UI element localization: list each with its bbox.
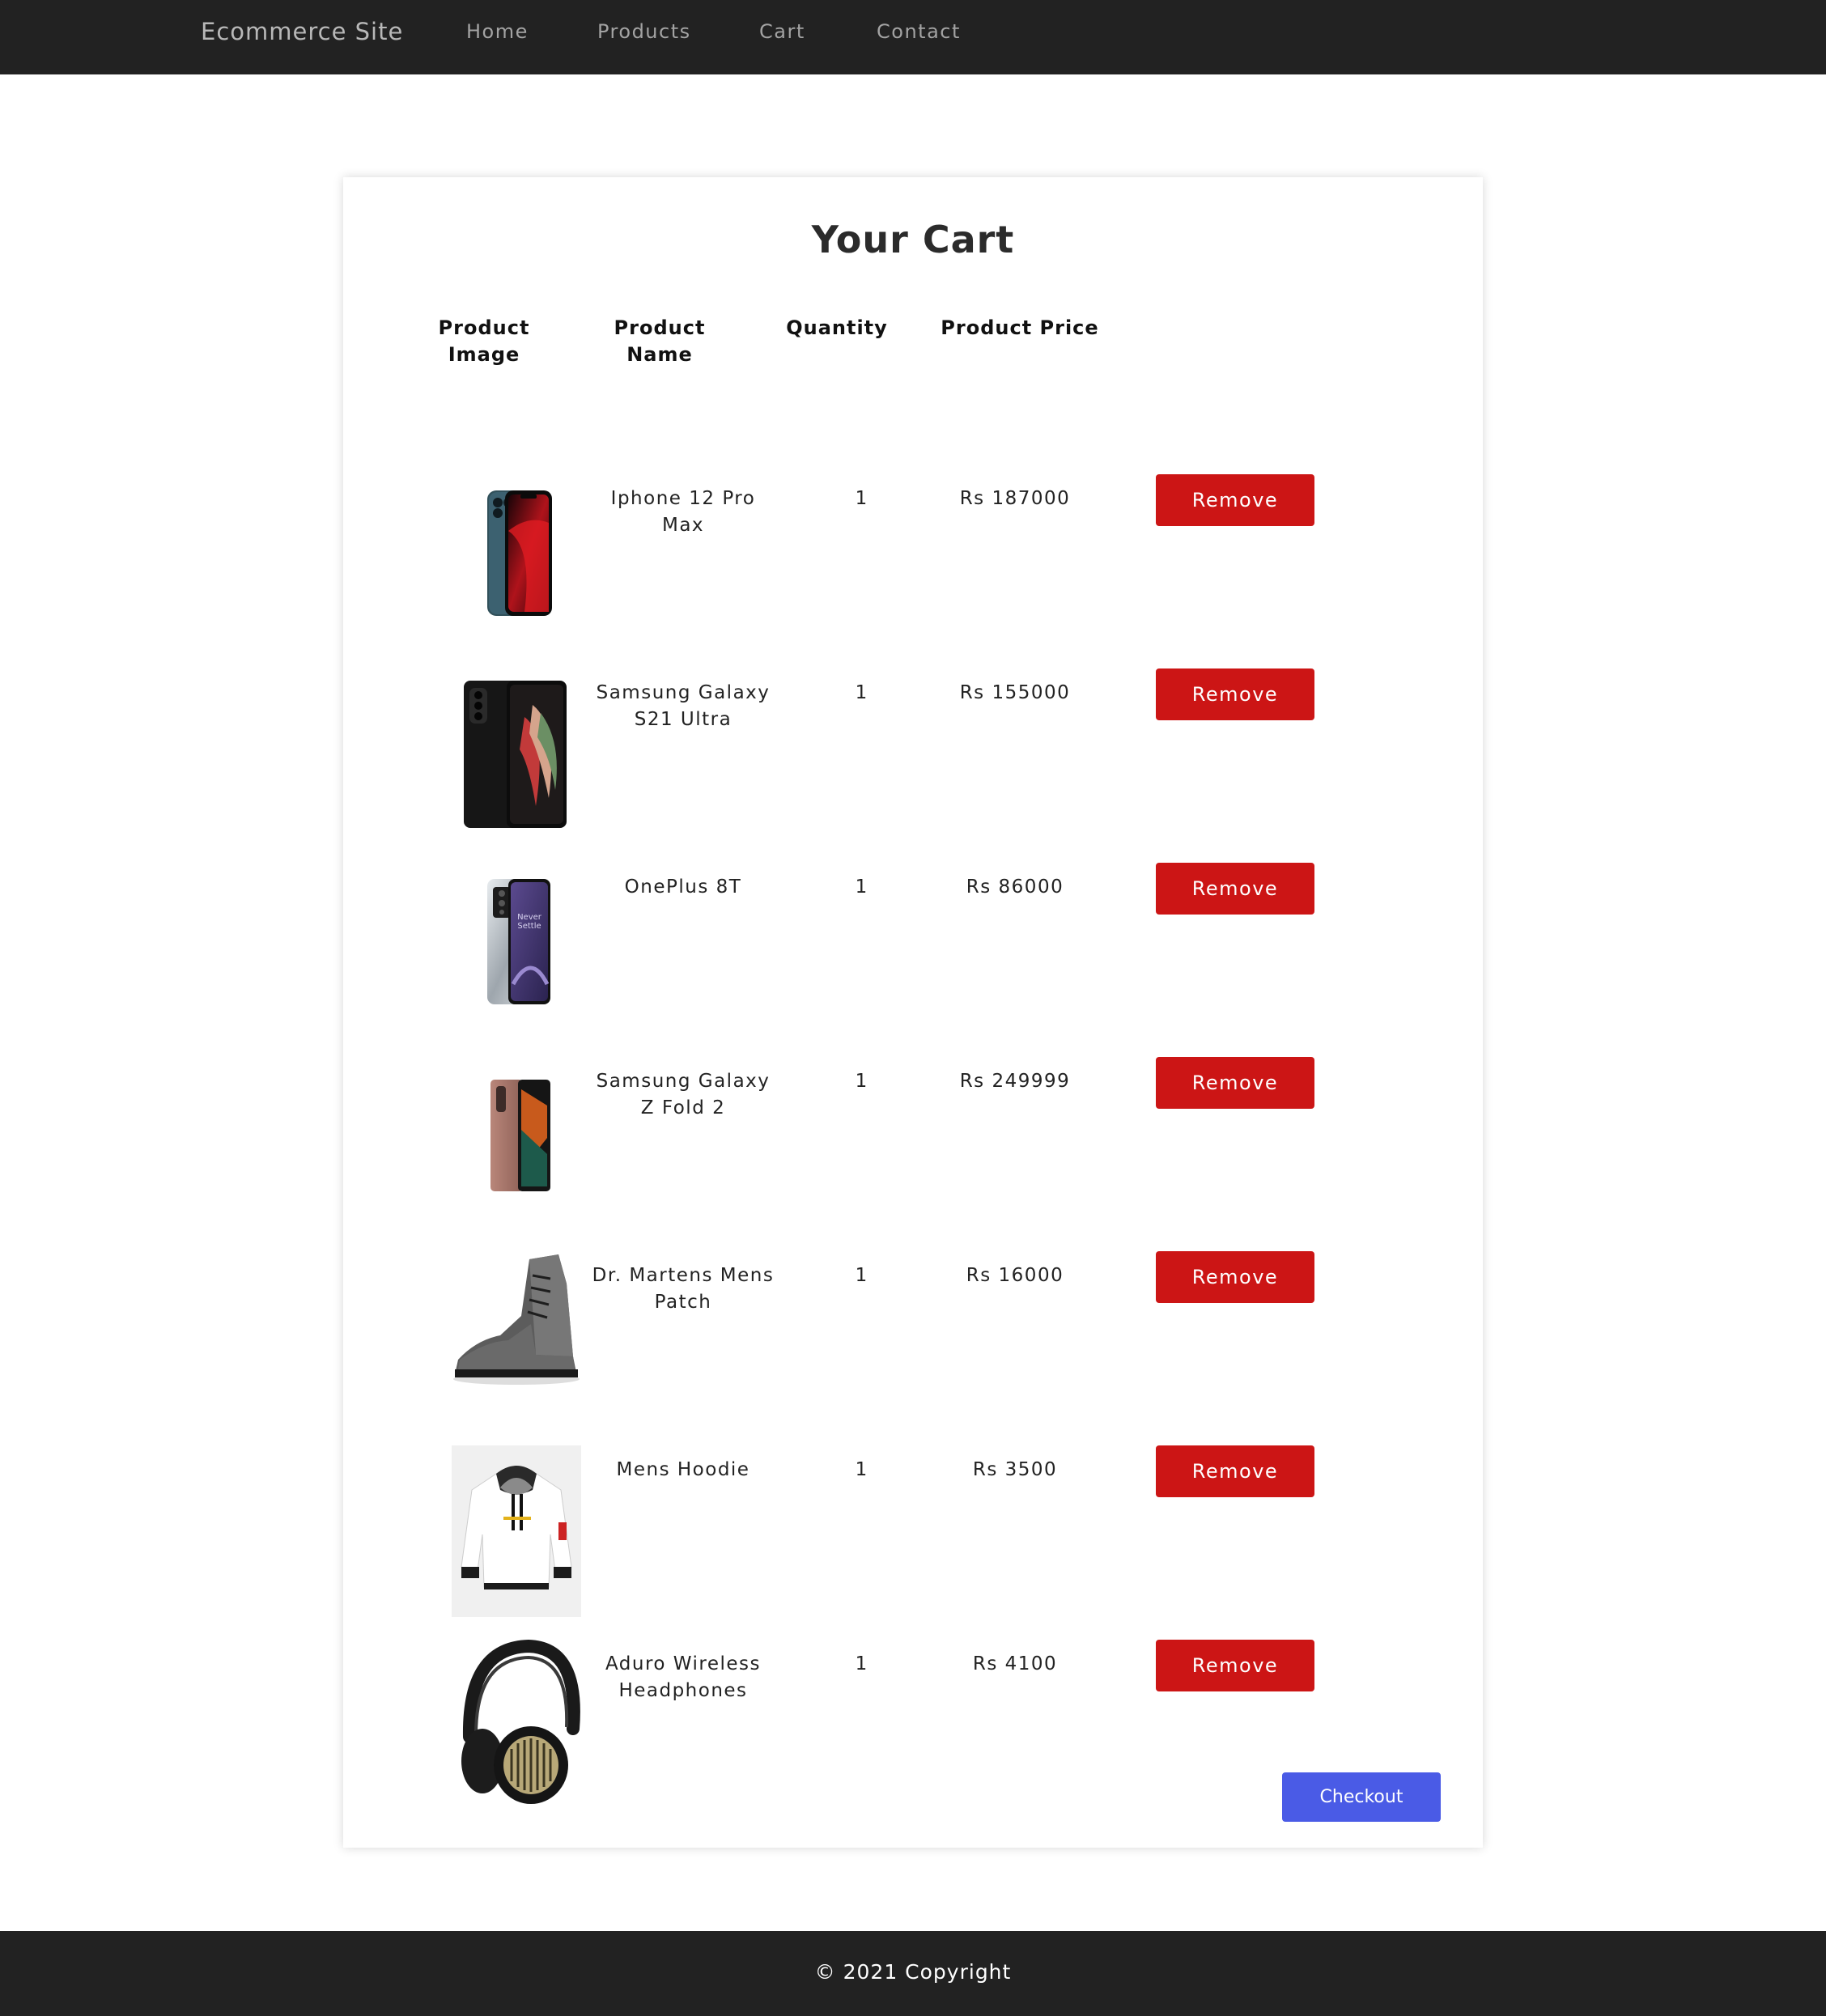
product-price: Rs 16000 <box>966 1265 1064 1286</box>
product-price: Rs 187000 <box>959 488 1071 509</box>
header-product-image: Product Image <box>438 316 530 366</box>
svg-text:Settle: Settle <box>517 922 541 931</box>
cart-row: Dr. Martens Mens Patch 1 Rs 16000 Remove <box>343 1251 1483 1445</box>
product-quantity: 1 <box>855 682 868 703</box>
boot-image <box>452 1251 581 1425</box>
product-quantity: 1 <box>855 1459 868 1480</box>
product-name: Mens Hoodie <box>616 1459 750 1480</box>
product-name: Aduro Wireless Headphones <box>605 1653 762 1701</box>
cart-row: Samsung Galaxy S21 Ultra 1 Rs 155000 Rem… <box>343 668 1483 863</box>
nav-link-contact[interactable]: Contact <box>877 20 961 43</box>
cart-title: Your Cart <box>811 218 1015 261</box>
nav-link-home[interactable]: Home <box>466 20 529 43</box>
product-name: Iphone 12 Pro Max <box>610 488 756 536</box>
galaxy-z-fold-2-image <box>452 1057 581 1231</box>
cart-row: Never Settle OnePlus 8T 1 Rs 86000 Remov… <box>343 863 1483 1057</box>
iphone-12-pro-max-image <box>452 474 581 648</box>
footer: © 2021 Copyright <box>0 1931 1826 2016</box>
brand-link[interactable]: Ecommerce Site <box>201 18 403 45</box>
header-product-name: Product Name <box>614 316 706 366</box>
product-name: Samsung Galaxy Z Fold 2 <box>596 1071 771 1118</box>
remove-button[interactable]: Remove <box>1156 1251 1314 1303</box>
headphones-image <box>452 1640 581 1814</box>
header-quantity: Quantity <box>786 316 888 339</box>
top-navbar: Ecommerce Site Home Products Cart Contac… <box>0 0 1826 74</box>
nav-link-cart[interactable]: Cart <box>759 20 805 43</box>
checkout-button[interactable]: Checkout <box>1282 1772 1441 1822</box>
galaxy-s21-ultra-image <box>452 668 581 842</box>
remove-button[interactable]: Remove <box>1156 1445 1314 1497</box>
product-quantity: 1 <box>855 488 868 509</box>
footer-copyright: © 2021 Copyright <box>814 1960 1012 1984</box>
remove-button[interactable]: Remove <box>1156 1057 1314 1109</box>
remove-button[interactable]: Remove <box>1156 474 1314 526</box>
remove-button[interactable]: Remove <box>1156 1640 1314 1691</box>
product-price: Rs 249999 <box>959 1071 1071 1092</box>
cart-row: Iphone 12 Pro Max 1 Rs 187000 Remove <box>343 474 1483 668</box>
product-name: Samsung Galaxy S21 Ultra <box>596 682 771 730</box>
product-name: Dr. Martens Mens Patch <box>592 1265 775 1313</box>
product-quantity: 1 <box>855 1071 868 1092</box>
product-quantity: 1 <box>855 876 868 898</box>
product-price: Rs 4100 <box>972 1653 1058 1674</box>
hoodie-image <box>452 1445 581 1619</box>
product-price: Rs 3500 <box>972 1459 1058 1480</box>
cart-row: Mens Hoodie 1 Rs 3500 Remove <box>343 1445 1483 1640</box>
product-name: OnePlus 8T <box>624 876 742 898</box>
cart-card: Your Cart Product Image Product Name Qua… <box>343 177 1483 1848</box>
remove-button[interactable]: Remove <box>1156 668 1314 720</box>
product-price: Rs 86000 <box>966 876 1064 898</box>
cart-row: Samsung Galaxy Z Fold 2 1 Rs 249999 Remo… <box>343 1057 1483 1251</box>
nav-link-products[interactable]: Products <box>597 20 691 43</box>
product-quantity: 1 <box>855 1653 868 1674</box>
product-price: Rs 155000 <box>959 682 1071 703</box>
header-product-price: Product Price <box>941 316 1099 339</box>
remove-button[interactable]: Remove <box>1156 863 1314 915</box>
oneplus-8t-image: Never Settle <box>452 863 581 1037</box>
product-quantity: 1 <box>855 1265 868 1286</box>
svg-text:Never: Never <box>517 913 542 922</box>
